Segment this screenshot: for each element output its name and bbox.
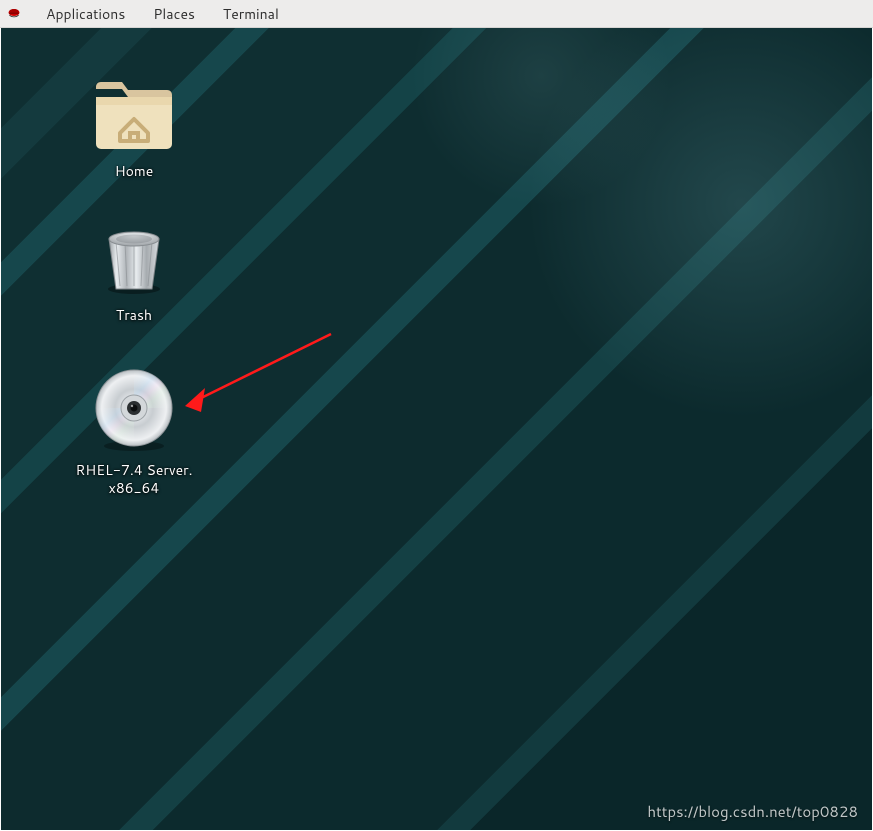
menu-places[interactable]: Places — [139, 0, 209, 28]
desktop-icon-label: RHEL-7.4 Server. x86_64 — [71, 460, 196, 498]
desktop-icon-trash[interactable]: Trash — [64, 225, 204, 326]
desktop-icon-label: Home — [111, 161, 158, 181]
menu-terminal[interactable]: Terminal — [209, 0, 293, 28]
watermark-text: https://blog.csdn.net/top0828 — [647, 801, 858, 822]
top-menubar: Applications Places Terminal — [0, 0, 873, 28]
optical-disc-icon — [91, 368, 177, 454]
trash-icon — [92, 225, 176, 297]
desktop-icon-home[interactable]: Home — [64, 75, 204, 182]
home-folder-icon — [92, 75, 176, 153]
desktop-area[interactable]: Home — [1, 28, 872, 830]
menu-applications[interactable]: Applications — [32, 0, 139, 28]
redhat-logo-icon — [6, 6, 22, 22]
desktop-icon-rhel-disc[interactable]: RHEL-7.4 Server. x86_64 — [64, 368, 204, 499]
desktop-icon-label: Trash — [112, 305, 156, 325]
